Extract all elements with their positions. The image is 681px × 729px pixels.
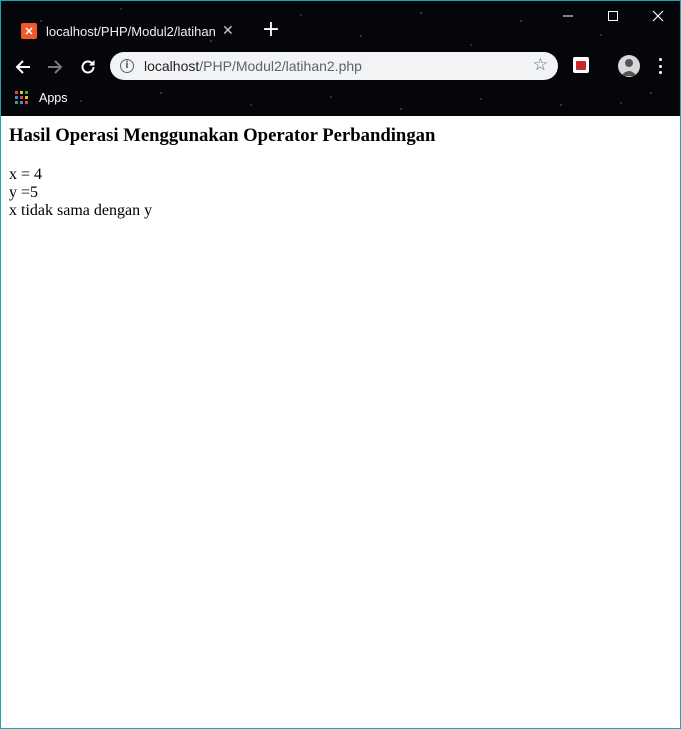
forward-button[interactable]	[43, 55, 67, 79]
back-button[interactable]	[11, 55, 35, 79]
y-value-line: y =5	[9, 184, 39, 201]
result-lines: x = 4 y =5 x tidak sama dengan y	[9, 166, 152, 220]
page-content: Hasil Operasi Menggunakan Operator Perba…	[1, 116, 680, 728]
bookmarks-bar: Apps	[15, 89, 68, 107]
extension-icon[interactable]	[573, 57, 589, 73]
minimize-button[interactable]	[548, 5, 588, 27]
close-window-button[interactable]	[638, 5, 678, 27]
star-icon[interactable]: ☆	[533, 55, 548, 75]
address-bar[interactable]: i localhost/PHP/Modul2/latihan2.php ☆	[110, 52, 558, 80]
browser-window: ✕ localhost/PHP/Modul2/latihan2.p ✕ + i …	[0, 0, 681, 729]
url-text: localhost/PHP/Modul2/latihan2.php	[144, 58, 362, 74]
xampp-icon: ✕	[21, 23, 37, 39]
kebab-menu-icon[interactable]	[653, 56, 667, 76]
page-title: Hasil Operasi Menggunakan Operator Perba…	[9, 125, 436, 146]
maximize-button[interactable]	[593, 5, 633, 27]
browser-tab[interactable]: ✕ localhost/PHP/Modul2/latihan2.p ✕	[13, 15, 249, 47]
info-icon[interactable]: i	[120, 59, 134, 73]
maximize-icon	[608, 11, 618, 21]
profile-avatar-icon[interactable]	[618, 55, 640, 77]
tab-title: localhost/PHP/Modul2/latihan2.p	[46, 23, 216, 39]
minimize-icon	[563, 15, 573, 17]
arrow-left-icon	[15, 60, 30, 74]
apps-bookmark[interactable]: Apps	[39, 91, 68, 105]
x-value-line: x = 4	[9, 166, 43, 183]
close-tab-icon[interactable]: ✕	[222, 23, 234, 39]
browser-toolbar: ✕ localhost/PHP/Modul2/latihan2.p ✕ + i …	[1, 1, 680, 116]
apps-grid-icon	[15, 91, 29, 105]
reload-button[interactable]	[76, 55, 100, 79]
close-icon	[652, 10, 664, 22]
arrow-right-icon	[48, 60, 63, 74]
reload-icon	[81, 60, 95, 74]
comparison-result-line: x tidak sama dengan y	[9, 202, 153, 219]
new-tab-button[interactable]: +	[261, 19, 281, 41]
